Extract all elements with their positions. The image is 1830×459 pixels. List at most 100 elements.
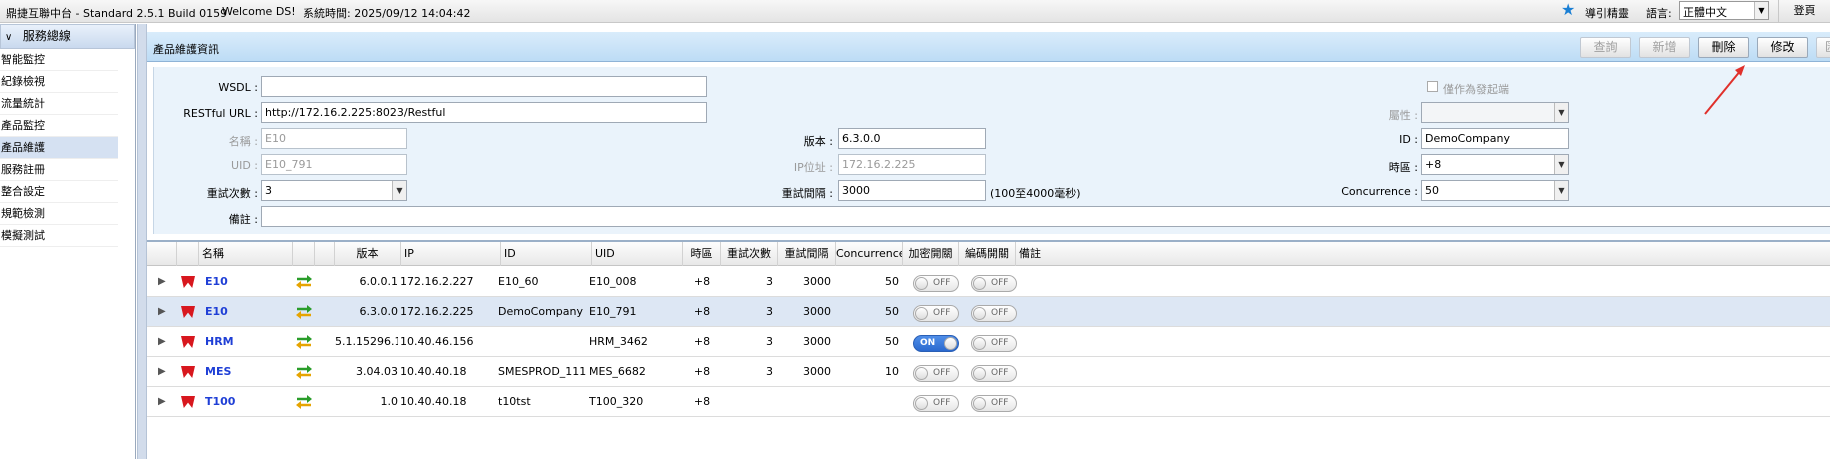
expand-row-icon[interactable]: ▶ (158, 267, 170, 297)
attribute-select[interactable]: ▼ (1421, 102, 1569, 123)
sidebar-item-smart-monitor[interactable]: 智能監控 (0, 49, 118, 71)
star-icon[interactable]: ★ (1561, 2, 1575, 18)
sidebar-item-simulation-test[interactable]: 模擬測試 (0, 225, 118, 247)
chevron-down-icon[interactable]: ▼ (392, 181, 406, 200)
encrypt-toggle[interactable]: OFF (913, 365, 959, 382)
product-name-link[interactable]: HRM (205, 327, 291, 357)
sidebar-item-product-maintenance[interactable]: 產品維護 (0, 137, 118, 159)
chevron-down-icon[interactable]: ▼ (1554, 155, 1568, 174)
add-button[interactable]: 新增 (1639, 37, 1690, 58)
export-button[interactable]: 匯出 (1816, 37, 1830, 58)
header-concurrence[interactable]: Concurrence (836, 242, 903, 266)
remark-label: 備註 : (228, 213, 258, 226)
id-input[interactable]: DemoCompany (1421, 128, 1569, 149)
toggle-knob (973, 367, 986, 380)
name-label: 名稱 : (228, 135, 258, 148)
timezone-select[interactable]: +8 ▼ (1421, 154, 1569, 175)
chevron-down-icon[interactable]: ▼ (1554, 103, 1568, 122)
panel-title: 產品維護資訊 (153, 43, 219, 56)
sidebar: ∨ 服務總線 智能監控 紀錄檢視 流量統計 產品監控 產品維護 服務註冊 整合設… (0, 24, 136, 459)
retry-interval-input[interactable]: 3000 (838, 180, 986, 201)
sidebar-item-spec-check[interactable]: 規範檢測 (0, 203, 118, 225)
version-input[interactable]: 6.3.0.0 (838, 128, 986, 149)
sidebar-item-log-view[interactable]: 紀錄檢視 (0, 71, 118, 93)
chevron-down-icon[interactable]: ▼ (1754, 2, 1768, 19)
table-row[interactable]: ▶ MES 3.04.03 10.40.40.18 SMESPROD_111 MES_66… (147, 357, 1830, 387)
expand-row-icon[interactable]: ▶ (158, 357, 170, 387)
sidebar-item-service-registry[interactable]: 服務註冊 (0, 159, 118, 181)
swap-arrows-icon[interactable] (295, 305, 313, 319)
product-name-link[interactable]: E10 (205, 267, 291, 297)
retry-count-select[interactable]: 3 ▼ (261, 180, 407, 201)
chevron-down-icon[interactable]: ∨ (5, 26, 19, 49)
uid-cell: MES_6682 (589, 365, 646, 378)
name-input[interactable]: E10 (261, 128, 407, 149)
home-button[interactable]: 登頁 (1778, 0, 1830, 22)
header-encode[interactable]: 編碼開關 (959, 242, 1016, 266)
encrypt-toggle[interactable]: OFF (913, 275, 959, 292)
product-name-link[interactable]: MES (205, 357, 291, 387)
edit-button[interactable]: 修改 (1757, 37, 1808, 58)
uid-cell: T100_320 (589, 395, 644, 408)
header-id[interactable]: ID (501, 242, 592, 266)
encode-toggle[interactable]: OFF (971, 305, 1017, 322)
header-blank-col (315, 242, 335, 266)
header-uid[interactable]: UID (592, 242, 683, 266)
encrypt-toggle-label: ON (920, 338, 936, 348)
header-swap-col (293, 242, 315, 266)
remark-input[interactable] (261, 206, 1830, 227)
version-cell: 6.3.0.0 (359, 305, 398, 318)
table-row[interactable]: ▶ T100 1.0 10.40.40.18 t10tst T100_320 +8 OFF OF… (147, 387, 1830, 417)
swap-arrows-icon[interactable] (295, 275, 313, 289)
ip-address-input[interactable]: 172.16.2.225 (838, 154, 986, 175)
restful-url-input[interactable]: http://172.16.2.225:8023/Restful (261, 102, 707, 123)
sidebar-header[interactable]: ∨ 服務總線 (0, 24, 135, 49)
header-name[interactable]: 名稱 (199, 242, 293, 266)
chevron-down-icon[interactable]: ▼ (1554, 181, 1568, 200)
encrypt-toggle[interactable]: OFF (913, 305, 959, 322)
panel-splitter[interactable] (137, 24, 147, 459)
language-select[interactable]: 正體中文 ▼ (1679, 1, 1769, 20)
sidebar-item-product-monitor[interactable]: 產品監控 (0, 115, 118, 137)
sidebar-item-traffic-stats[interactable]: 流量統計 (0, 93, 118, 115)
query-button[interactable]: 查詢 (1580, 37, 1631, 58)
encode-toggle[interactable]: OFF (971, 335, 1017, 352)
encrypt-toggle[interactable]: OFF (913, 395, 959, 412)
sidebar-item-integration-settings[interactable]: 整合設定 (0, 181, 118, 203)
swap-arrows-icon[interactable] (295, 395, 313, 409)
id-cell: SMESPROD_111 (498, 365, 587, 378)
header-timezone[interactable]: 時區 (683, 242, 721, 266)
encrypt-toggle-label: OFF (933, 398, 951, 408)
guide-wizard-link[interactable]: 導引精靈 (1585, 5, 1629, 21)
wsdl-input[interactable] (261, 76, 707, 97)
uid-input[interactable]: E10_791 (261, 154, 407, 175)
swap-arrows-icon[interactable] (295, 335, 313, 349)
initiator-only-checkbox[interactable] (1427, 81, 1438, 92)
concurrence-select[interactable]: 50 ▼ (1421, 180, 1569, 201)
header-interval[interactable]: 重試間隔 (778, 242, 836, 266)
encrypt-toggle[interactable]: ON (913, 335, 959, 352)
delete-button[interactable]: 刪除 (1698, 37, 1749, 58)
product-logo-icon (181, 327, 197, 357)
header-remark[interactable]: 備註 (1016, 242, 1830, 266)
encode-toggle[interactable]: OFF (971, 395, 1017, 412)
table-row[interactable]: ▶ HRM 5.1.15296.1 10.40.46.156 HRM_3462 +8 3 30… (147, 327, 1830, 357)
table-row[interactable]: ▶ E10 6.0.0.1 172.16.2.227 E10_60 E10_008 +8 3 3… (147, 267, 1830, 297)
expand-row-icon[interactable]: ▶ (158, 297, 170, 327)
swap-arrows-icon[interactable] (295, 365, 313, 379)
product-name-link[interactable]: T100 (205, 387, 291, 417)
concurrence-cell: 50 (885, 305, 899, 318)
header-encrypt[interactable]: 加密開關 (903, 242, 959, 266)
header-ip[interactable]: IP (401, 242, 501, 266)
header-version[interactable]: 版本 (335, 242, 401, 266)
expand-row-icon[interactable]: ▶ (158, 327, 170, 357)
table-row[interactable]: ▶ E10 6.3.0.0 172.16.2.225 DemoCompany E10_79… (147, 297, 1830, 327)
retry-cell (721, 387, 773, 417)
product-name-link[interactable]: E10 (205, 297, 291, 327)
encode-toggle[interactable]: OFF (971, 365, 1017, 382)
encode-toggle-label: OFF (991, 278, 1009, 288)
concurrence-cell: 10 (885, 365, 899, 378)
header-retry[interactable]: 重試次數 (721, 242, 778, 266)
encode-toggle[interactable]: OFF (971, 275, 1017, 292)
expand-row-icon[interactable]: ▶ (158, 387, 170, 417)
